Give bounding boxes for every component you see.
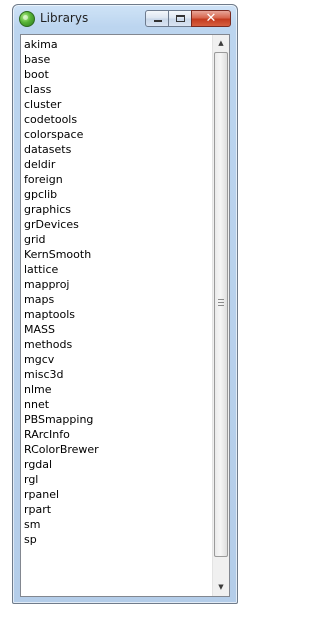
vertical-scrollbar[interactable]: ▲ ▼ — [212, 35, 229, 596]
list-item[interactable]: PBSmapping — [21, 412, 214, 427]
thumb-grip-icon — [218, 299, 224, 306]
list-item[interactable]: class — [21, 82, 214, 97]
list-item[interactable]: MASS — [21, 322, 214, 337]
list-item[interactable]: maps — [21, 292, 214, 307]
list-item[interactable]: mapproj — [21, 277, 214, 292]
library-listbox[interactable]: akima base boot class cluster codetools colors… — [21, 35, 214, 596]
scroll-thumb[interactable] — [214, 52, 228, 557]
list-item[interactable]: gpclib — [21, 187, 214, 202]
list-item[interactable]: RArcInfo — [21, 427, 214, 442]
list-item[interactable]: deldir — [21, 157, 214, 172]
list-item[interactable]: methods — [21, 337, 214, 352]
maximize-button[interactable] — [168, 10, 192, 27]
list-item[interactable]: sm — [21, 517, 214, 532]
list-item[interactable]: nlme — [21, 382, 214, 397]
close-button[interactable]: ✕ — [191, 10, 231, 27]
list-item[interactable]: rgdal — [21, 457, 214, 472]
list-item[interactable]: lattice — [21, 262, 214, 277]
list-item[interactable]: maptools — [21, 307, 214, 322]
list-container: akima base boot class cluster codetools colors… — [20, 34, 230, 597]
list-item[interactable]: rpanel — [21, 487, 214, 502]
r-globe-icon — [19, 11, 35, 27]
close-icon: ✕ — [205, 11, 217, 26]
list-item[interactable]: base — [21, 52, 214, 67]
list-item[interactable]: colorspace — [21, 127, 214, 142]
list-item[interactable]: cluster — [21, 97, 214, 112]
list-item[interactable]: codetools — [21, 112, 214, 127]
list-item[interactable]: nnet — [21, 397, 214, 412]
list-item[interactable]: RColorBrewer — [21, 442, 214, 457]
window-title: Librarys — [40, 11, 89, 25]
scroll-down-arrow-icon[interactable]: ▼ — [213, 579, 229, 596]
list-item[interactable]: foreign — [21, 172, 214, 187]
list-item[interactable]: boot — [21, 67, 214, 82]
list-item[interactable]: graphics — [21, 202, 214, 217]
list-item[interactable]: rpart — [21, 502, 214, 517]
list-item[interactable]: rgl — [21, 472, 214, 487]
list-item[interactable]: grDevices — [21, 217, 214, 232]
maximize-icon — [176, 15, 185, 22]
title-bar[interactable]: Librarys ✕ — [13, 5, 237, 33]
list-item[interactable]: KernSmooth — [21, 247, 214, 262]
caption-buttons: ✕ — [145, 10, 231, 28]
libraries-window: Librarys ✕ akima base boot class cluster code… — [12, 4, 238, 604]
minimize-icon — [154, 20, 162, 22]
list-item[interactable]: mgcv — [21, 352, 214, 367]
list-item[interactable]: misc3d — [21, 367, 214, 382]
minimize-button[interactable] — [145, 10, 169, 27]
list-item[interactable]: akima — [21, 37, 214, 52]
list-item[interactable]: datasets — [21, 142, 214, 157]
list-item[interactable]: grid — [21, 232, 214, 247]
scroll-up-arrow-icon[interactable]: ▲ — [213, 35, 229, 52]
list-item[interactable]: sp — [21, 532, 214, 547]
